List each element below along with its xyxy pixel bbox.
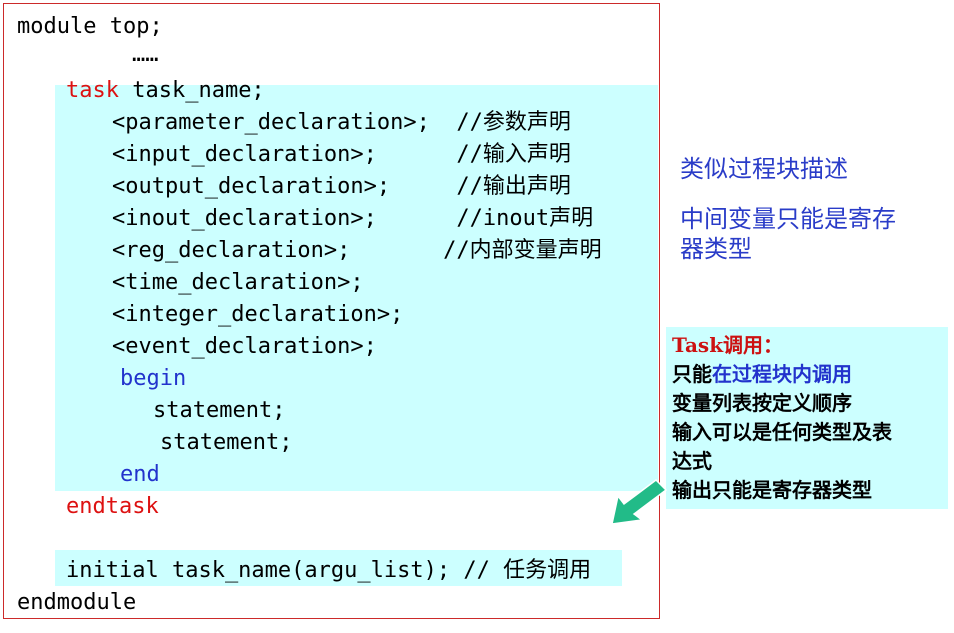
line-statement-2: statement; [160,430,293,455]
line-dots: …… [132,42,159,67]
line-endtask: endtask [66,494,159,519]
task-call-callout: Task调用： 只能在过程块内调用 变量列表按定义顺序 输入可以是任何类型及表 … [666,327,948,509]
task-name: task_name; [118,78,265,103]
task-keyword: task [66,78,119,103]
line-begin: begin [120,366,187,391]
callout-title: Task调用： [672,333,784,357]
line-event: <event_declaration>; [112,334,377,359]
line-end: end [120,462,160,487]
note-register-1: 中间变量只能是寄存 [680,205,896,233]
callout-line-1: 只能在过程块内调用 [672,360,942,389]
callout-line-2: 变量列表按定义顺序 [672,391,852,415]
line-reg: <reg_declaration>; //内部变量声明 [112,238,602,263]
line-endmodule: endmodule [17,590,137,615]
callout-line-1-a: 只能 [672,362,712,386]
callout-line-5: 输出只能是寄存器类型 [672,478,872,502]
arrow-icon [611,479,668,525]
line-input: <input_declaration>; //输入声明 [112,142,571,167]
note-register-2: 器类型 [680,235,752,263]
line-integer: <integer_declaration>; [112,302,404,327]
callout-line-1-b: 在过程块内调用 [712,362,852,386]
line-task: task task_name; [66,77,265,105]
line-output: <output_declaration>; //输出声明 [112,174,571,199]
line-inout: <inout_declaration>; //inout声明 [112,206,594,231]
note-procedural: 类似过程块描述 [680,155,848,183]
callout-line-4: 达式 [672,449,712,473]
callout-line-3: 输入可以是任何类型及表 [672,420,892,444]
line-statement-1: statement; [153,398,286,423]
line-call: initial task_name(argu_list); // 任务调用 [66,558,592,583]
line-module: module top; [17,14,163,39]
line-param: <parameter_declaration>; //参数声明 [112,110,571,135]
line-time: <time_declaration>; [112,270,364,295]
